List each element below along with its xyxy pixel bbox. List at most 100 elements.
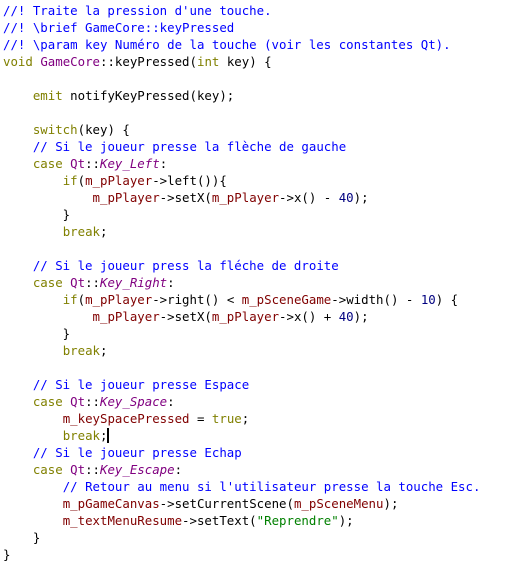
code-token: m_pPlayer xyxy=(211,190,280,205)
code-token: ( xyxy=(189,54,197,69)
code-token: Key_Space xyxy=(100,394,168,409)
code-token: ->setX( xyxy=(159,309,212,324)
code-token: } xyxy=(3,326,71,341)
code-line[interactable]: // Retour au menu si l'utilisateur press… xyxy=(0,478,512,495)
code-line[interactable] xyxy=(0,70,512,87)
code-line[interactable]: // Si le joueur presse Echap xyxy=(0,444,512,461)
code-line[interactable]: m_pPlayer->setX(m_pPlayer->x() + 40); xyxy=(0,308,512,325)
code-line[interactable]: case Qt::Key_Left: xyxy=(0,155,512,172)
code-token: // Si le joueur presse la flèche de gauc… xyxy=(32,139,347,154)
code-token: ->x() - xyxy=(279,190,339,205)
code-token: 40 xyxy=(338,309,354,324)
code-token: //! Traite la pression d'une touche. xyxy=(3,3,272,18)
code-token: ->setX( xyxy=(159,190,212,205)
code-token: // Si le joueur presse Espace xyxy=(32,377,250,392)
code-token: :: xyxy=(85,394,100,409)
code-token: ; xyxy=(241,411,250,426)
code-line[interactable]: // Si le joueur press la fléche de droit… xyxy=(0,257,512,274)
code-token: m_pPlayer xyxy=(92,309,160,324)
code-line[interactable]: // Si le joueur presse la flèche de gauc… xyxy=(0,138,512,155)
code-token: ) { xyxy=(435,292,459,307)
code-line[interactable]: } xyxy=(0,206,512,223)
code-token: : xyxy=(159,156,168,171)
code-line[interactable]: case Qt::Key_Escape: xyxy=(0,461,512,478)
code-token: m_pPlayer xyxy=(211,309,280,324)
code-token: break xyxy=(62,224,100,239)
code-line[interactable] xyxy=(0,359,512,376)
code-token: m_pPlayer xyxy=(85,292,153,307)
code-line[interactable]: //! Traite la pression d'une touche. xyxy=(0,2,512,19)
code-token: ); xyxy=(338,513,354,528)
code-line[interactable]: break; xyxy=(0,427,512,444)
code-token: if xyxy=(62,292,78,307)
code-token: :: xyxy=(85,156,100,171)
code-token: notifyKeyPressed(key); xyxy=(62,88,235,103)
code-token: true xyxy=(211,411,242,426)
code-token: case xyxy=(32,394,63,409)
code-token: key) { xyxy=(219,54,272,69)
code-token: if xyxy=(62,173,78,188)
code-line[interactable]: } xyxy=(0,325,512,342)
code-token: 40 xyxy=(338,190,354,205)
code-line[interactable]: emit notifyKeyPressed(key); xyxy=(0,87,512,104)
code-line[interactable]: m_pPlayer->setX(m_pPlayer->x() - 40); xyxy=(0,189,512,206)
code-line[interactable] xyxy=(0,240,512,257)
code-token: m_pPlayer xyxy=(92,190,160,205)
code-line[interactable]: m_pGameCanvas->setCurrentScene(m_pSceneM… xyxy=(0,495,512,512)
code-token: ); xyxy=(353,309,369,324)
code-token: :: xyxy=(85,462,100,477)
code-token: Qt xyxy=(70,462,86,477)
code-token: : xyxy=(174,462,183,477)
code-token: m_pSceneGame xyxy=(241,292,332,307)
code-token: GameCore xyxy=(40,54,100,69)
code-token: ); xyxy=(383,496,399,511)
code-line[interactable]: m_textMenuResume->setText("Reprendre"); xyxy=(0,512,512,529)
code-line[interactable]: void GameCore::keyPressed(int key) { xyxy=(0,53,512,70)
code-token: (key) { xyxy=(77,122,130,137)
code-token: case xyxy=(32,156,63,171)
code-editor[interactable]: //! Traite la pression d'une touche. //! … xyxy=(0,0,512,567)
code-line[interactable]: break; xyxy=(0,342,512,359)
code-token: ->width() - xyxy=(331,292,421,307)
code-line[interactable]: break; xyxy=(0,223,512,240)
code-line[interactable]: m_keySpacePressed = true; xyxy=(0,410,512,427)
code-token: : xyxy=(167,394,175,409)
code-token: :: xyxy=(85,275,100,290)
code-token: "Reprendre" xyxy=(256,513,339,528)
code-token: // Retour au menu si l'utilisateur press… xyxy=(62,479,481,494)
code-line[interactable]: //! \brief GameCore::keyPressed xyxy=(0,19,512,36)
code-line[interactable] xyxy=(0,104,512,121)
code-line[interactable]: //! \param key Numéro de la touche (voir… xyxy=(0,36,512,53)
code-line[interactable]: if(m_pPlayer->right() < m_pSceneGame->wi… xyxy=(0,291,512,308)
code-line[interactable]: switch(key) { xyxy=(0,121,512,138)
code-line[interactable]: } xyxy=(0,529,512,546)
code-line[interactable]: // Si le joueur presse Espace xyxy=(0,376,512,393)
code-token: ); xyxy=(353,190,369,205)
code-token: 10 xyxy=(420,292,436,307)
code-token: case xyxy=(32,275,63,290)
code-token: m_pGameCanvas xyxy=(62,496,160,511)
code-line[interactable]: case Qt::Key_Right: xyxy=(0,274,512,291)
code-token: } xyxy=(3,530,41,545)
code-token: ( xyxy=(77,173,86,188)
code-token: m_keySpacePressed xyxy=(62,411,190,426)
code-line[interactable]: case Qt::Key_Space: xyxy=(0,393,512,410)
code-line[interactable]: } xyxy=(0,546,512,563)
code-token: Key_Escape xyxy=(100,462,175,477)
code-line[interactable]: if(m_pPlayer->left()){ xyxy=(0,172,512,189)
